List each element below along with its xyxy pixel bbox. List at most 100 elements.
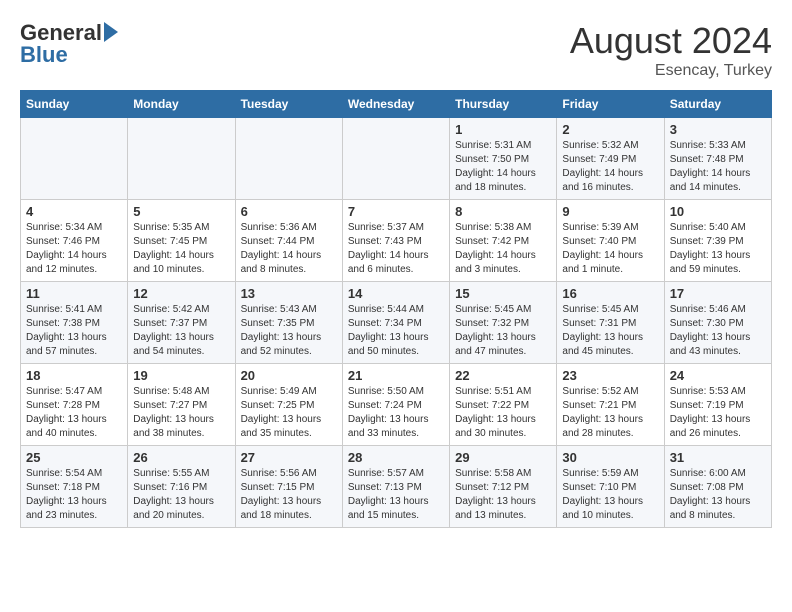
day-info: Sunrise: 5:54 AM Sunset: 7:18 PM Dayligh… [26, 467, 122, 523]
day-number: 23 [562, 368, 658, 383]
day-info: Sunrise: 5:52 AM Sunset: 7:21 PM Dayligh… [562, 385, 658, 441]
header-cell-thursday: Thursday [450, 91, 557, 118]
header-cell-wednesday: Wednesday [342, 91, 449, 118]
calendar-cell: 8 Sunrise: 5:38 AM Sunset: 7:42 PM Daylig… [450, 200, 557, 282]
calendar-cell: 28Sunrise: 5:57 AM Sunset: 7:13 PM Dayli… [342, 446, 449, 528]
calendar-week-3: 11 Sunrise: 5:41 AM Sunset: 7:38 PM Dayli… [21, 282, 772, 364]
title-block: August 2024 Esencay, Turkey [570, 20, 772, 80]
day-info: Sunrise: 5:59 AM Sunset: 7:10 PM Dayligh… [562, 467, 658, 523]
calendar-header: SundayMondayTuesdayWednesdayThursdayFrid… [21, 91, 772, 118]
day-number: 30 [562, 450, 658, 465]
calendar-cell: 13 Sunrise: 5:43 AM Sunset: 7:35 PM Dayli… [235, 282, 342, 364]
day-info: Sunrise: 5:33 AM Sunset: 7:48 PM Dayligh… [670, 139, 766, 195]
calendar-cell: 12 Sunrise: 5:42 AM Sunset: 7:37 PM Dayli… [128, 282, 235, 364]
day-info: Sunrise: 5:53 AM Sunset: 7:19 PM Dayligh… [670, 385, 766, 441]
day-number: 11 [26, 286, 122, 301]
day-number: 15 [455, 286, 551, 301]
logo-blue-text: Blue [20, 42, 68, 68]
day-number: 26 [133, 450, 229, 465]
calendar-week-4: 18 Sunrise: 5:47 AM Sunset: 7:28 PM Dayli… [21, 364, 772, 446]
calendar-cell: 22Sunrise: 5:51 AM Sunset: 7:22 PM Dayli… [450, 364, 557, 446]
day-info: Sunrise: 5:31 AM Sunset: 7:50 PM Dayligh… [455, 139, 551, 195]
header-cell-monday: Monday [128, 91, 235, 118]
calendar-cell: 4 Sunrise: 5:34 AM Sunset: 7:46 PM Daylig… [21, 200, 128, 282]
day-info: Sunrise: 5:40 AM Sunset: 7:39 PM Dayligh… [670, 221, 766, 277]
header-cell-tuesday: Tuesday [235, 91, 342, 118]
day-number: 7 [348, 204, 444, 219]
calendar-cell [128, 118, 235, 200]
day-info: Sunrise: 5:51 AM Sunset: 7:22 PM Dayligh… [455, 385, 551, 441]
calendar-cell: 2 Sunrise: 5:32 AM Sunset: 7:49 PM Daylig… [557, 118, 664, 200]
day-info: Sunrise: 5:47 AM Sunset: 7:28 PM Dayligh… [26, 385, 122, 441]
day-info: Sunrise: 5:44 AM Sunset: 7:34 PM Dayligh… [348, 303, 444, 359]
day-number: 19 [133, 368, 229, 383]
calendar-cell: 26Sunrise: 5:55 AM Sunset: 7:16 PM Dayli… [128, 446, 235, 528]
day-info: Sunrise: 5:58 AM Sunset: 7:12 PM Dayligh… [455, 467, 551, 523]
day-number: 1 [455, 122, 551, 137]
day-number: 3 [670, 122, 766, 137]
day-info: Sunrise: 5:32 AM Sunset: 7:49 PM Dayligh… [562, 139, 658, 195]
day-info: Sunrise: 5:34 AM Sunset: 7:46 PM Dayligh… [26, 221, 122, 277]
day-info: Sunrise: 5:57 AM Sunset: 7:13 PM Dayligh… [348, 467, 444, 523]
calendar-cell: 23 Sunrise: 5:52 AM Sunset: 7:21 PM Dayli… [557, 364, 664, 446]
calendar-body: 1 Sunrise: 5:31 AM Sunset: 7:50 PM Daylig… [21, 118, 772, 528]
calendar-cell: 31Sunrise: 6:00 AM Sunset: 7:08 PM Dayli… [664, 446, 771, 528]
day-number: 5 [133, 204, 229, 219]
day-info: Sunrise: 5:41 AM Sunset: 7:38 PM Dayligh… [26, 303, 122, 359]
day-number: 2 [562, 122, 658, 137]
header-row: SundayMondayTuesdayWednesdayThursdayFrid… [21, 91, 772, 118]
day-info: Sunrise: 5:38 AM Sunset: 7:42 PM Dayligh… [455, 221, 551, 277]
day-info: Sunrise: 5:43 AM Sunset: 7:35 PM Dayligh… [241, 303, 337, 359]
day-number: 4 [26, 204, 122, 219]
day-info: Sunrise: 5:35 AM Sunset: 7:45 PM Dayligh… [133, 221, 229, 277]
calendar-cell [235, 118, 342, 200]
day-number: 14 [348, 286, 444, 301]
day-number: 24 [670, 368, 766, 383]
day-number: 17 [670, 286, 766, 301]
day-number: 29 [455, 450, 551, 465]
day-number: 27 [241, 450, 337, 465]
calendar-cell: 1 Sunrise: 5:31 AM Sunset: 7:50 PM Daylig… [450, 118, 557, 200]
day-info: Sunrise: 5:42 AM Sunset: 7:37 PM Dayligh… [133, 303, 229, 359]
day-info: Sunrise: 5:39 AM Sunset: 7:40 PM Dayligh… [562, 221, 658, 277]
calendar-cell: 3 Sunrise: 5:33 AM Sunset: 7:48 PM Daylig… [664, 118, 771, 200]
header-cell-sunday: Sunday [21, 91, 128, 118]
calendar-cell: 7 Sunrise: 5:37 AM Sunset: 7:43 PM Daylig… [342, 200, 449, 282]
calendar-cell: 10Sunrise: 5:40 AM Sunset: 7:39 PM Dayli… [664, 200, 771, 282]
day-info: Sunrise: 5:49 AM Sunset: 7:25 PM Dayligh… [241, 385, 337, 441]
day-info: Sunrise: 5:56 AM Sunset: 7:15 PM Dayligh… [241, 467, 337, 523]
day-info: Sunrise: 5:46 AM Sunset: 7:30 PM Dayligh… [670, 303, 766, 359]
calendar-week-2: 4 Sunrise: 5:34 AM Sunset: 7:46 PM Daylig… [21, 200, 772, 282]
header-cell-friday: Friday [557, 91, 664, 118]
day-info: Sunrise: 5:48 AM Sunset: 7:27 PM Dayligh… [133, 385, 229, 441]
calendar-cell [342, 118, 449, 200]
calendar-cell: 6 Sunrise: 5:36 AM Sunset: 7:44 PM Daylig… [235, 200, 342, 282]
logo: General Blue [20, 20, 118, 68]
day-info: Sunrise: 5:37 AM Sunset: 7:43 PM Dayligh… [348, 221, 444, 277]
calendar-cell: 18 Sunrise: 5:47 AM Sunset: 7:28 PM Dayli… [21, 364, 128, 446]
page-header: General Blue August 2024 Esencay, Turkey [20, 20, 772, 80]
day-number: 8 [455, 204, 551, 219]
calendar-cell: 5 Sunrise: 5:35 AM Sunset: 7:45 PM Daylig… [128, 200, 235, 282]
day-info: Sunrise: 5:45 AM Sunset: 7:32 PM Dayligh… [455, 303, 551, 359]
header-cell-saturday: Saturday [664, 91, 771, 118]
day-info: Sunrise: 5:45 AM Sunset: 7:31 PM Dayligh… [562, 303, 658, 359]
calendar-cell: 24 Sunrise: 5:53 AM Sunset: 7:19 PM Dayli… [664, 364, 771, 446]
calendar-cell [21, 118, 128, 200]
day-number: 6 [241, 204, 337, 219]
day-number: 12 [133, 286, 229, 301]
month-year-title: August 2024 [570, 20, 772, 62]
location-subtitle: Esencay, Turkey [570, 62, 772, 80]
calendar-cell: 15 Sunrise: 5:45 AM Sunset: 7:32 PM Dayli… [450, 282, 557, 364]
calendar-cell: 16Sunrise: 5:45 AM Sunset: 7:31 PM Dayli… [557, 282, 664, 364]
calendar-week-5: 25Sunrise: 5:54 AM Sunset: 7:18 PM Dayli… [21, 446, 772, 528]
day-number: 13 [241, 286, 337, 301]
calendar-cell: 19 Sunrise: 5:48 AM Sunset: 7:27 PM Dayli… [128, 364, 235, 446]
day-info: Sunrise: 5:36 AM Sunset: 7:44 PM Dayligh… [241, 221, 337, 277]
day-number: 20 [241, 368, 337, 383]
calendar-cell: 25Sunrise: 5:54 AM Sunset: 7:18 PM Dayli… [21, 446, 128, 528]
calendar-table: SundayMondayTuesdayWednesdayThursdayFrid… [20, 90, 772, 528]
day-number: 18 [26, 368, 122, 383]
day-number: 31 [670, 450, 766, 465]
logo-arrow-icon [104, 22, 118, 42]
